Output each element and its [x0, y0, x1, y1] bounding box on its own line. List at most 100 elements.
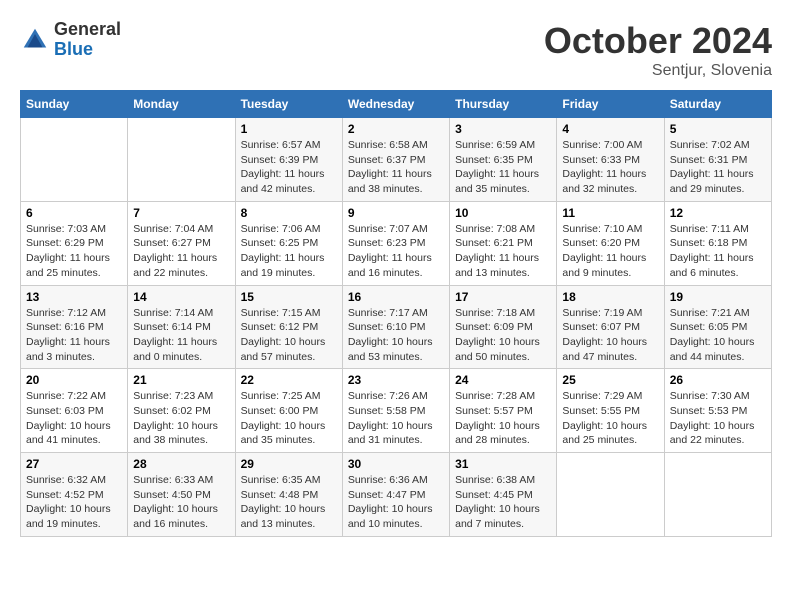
day-number: 21: [133, 373, 229, 387]
day-info: Sunrise: 7:00 AMSunset: 6:33 PMDaylight:…: [562, 138, 658, 197]
day-number: 8: [241, 206, 337, 220]
day-number: 9: [348, 206, 444, 220]
day-info: Sunrise: 6:33 AMSunset: 4:50 PMDaylight:…: [133, 473, 229, 532]
day-number: 26: [670, 373, 766, 387]
day-number: 28: [133, 457, 229, 471]
day-info: Sunrise: 7:12 AMSunset: 6:16 PMDaylight:…: [26, 306, 122, 365]
calendar-cell: 19 Sunrise: 7:21 AMSunset: 6:05 PMDayligh…: [664, 285, 771, 369]
day-number: 11: [562, 206, 658, 220]
calendar-cell: 9 Sunrise: 7:07 AMSunset: 6:23 PMDaylight…: [342, 201, 449, 285]
day-number: 24: [455, 373, 551, 387]
day-info: Sunrise: 7:07 AMSunset: 6:23 PMDaylight:…: [348, 222, 444, 281]
day-number: 22: [241, 373, 337, 387]
calendar-cell: 1Sunrise: 6:57 AMSunset: 6:39 PMDaylight…: [235, 118, 342, 202]
calendar-cell: 16 Sunrise: 7:17 AMSunset: 6:10 PMDayligh…: [342, 285, 449, 369]
day-number: 23: [348, 373, 444, 387]
col-friday: Friday: [557, 91, 664, 118]
calendar-cell: 6 Sunrise: 7:03 AMSunset: 6:29 PMDaylight…: [21, 201, 128, 285]
day-info: Sunrise: 6:35 AMSunset: 4:48 PMDaylight:…: [241, 473, 337, 532]
calendar-week-row: 13 Sunrise: 7:12 AMSunset: 6:16 PMDayligh…: [21, 285, 772, 369]
calendar-cell: [21, 118, 128, 202]
day-info: Sunrise: 7:23 AMSunset: 6:02 PMDaylight:…: [133, 389, 229, 448]
day-info: Sunrise: 7:29 AMSunset: 5:55 PMDaylight:…: [562, 389, 658, 448]
day-number: 27: [26, 457, 122, 471]
day-number: 12: [670, 206, 766, 220]
day-info: Sunrise: 6:36 AMSunset: 4:47 PMDaylight:…: [348, 473, 444, 532]
day-number: 25: [562, 373, 658, 387]
day-info: Sunrise: 7:14 AMSunset: 6:14 PMDaylight:…: [133, 306, 229, 365]
day-info: Sunrise: 7:03 AMSunset: 6:29 PMDaylight:…: [26, 222, 122, 281]
calendar-cell: 28 Sunrise: 6:33 AMSunset: 4:50 PMDayligh…: [128, 453, 235, 537]
day-number: 5: [670, 122, 766, 136]
day-info: Sunrise: 7:02 AMSunset: 6:31 PMDaylight:…: [670, 138, 766, 197]
logo-general: General: [54, 20, 121, 40]
day-number: 18: [562, 290, 658, 304]
logo: General Blue: [20, 20, 121, 60]
logo-blue: Blue: [54, 40, 121, 60]
calendar-cell: [128, 118, 235, 202]
day-number: 3: [455, 122, 551, 136]
day-number: 10: [455, 206, 551, 220]
day-number: 31: [455, 457, 551, 471]
title-block: October 2024 Sentjur, Slovenia: [544, 20, 772, 80]
calendar-cell: 23 Sunrise: 7:26 AMSunset: 5:58 PMDayligh…: [342, 369, 449, 453]
calendar-cell: 13 Sunrise: 7:12 AMSunset: 6:16 PMDayligh…: [21, 285, 128, 369]
col-wednesday: Wednesday: [342, 91, 449, 118]
col-sunday: Sunday: [21, 91, 128, 118]
day-number: 30: [348, 457, 444, 471]
calendar-cell: 29 Sunrise: 6:35 AMSunset: 4:48 PMDayligh…: [235, 453, 342, 537]
day-info: Sunrise: 7:25 AMSunset: 6:00 PMDaylight:…: [241, 389, 337, 448]
calendar-header-row: Sunday Monday Tuesday Wednesday Thursday…: [21, 91, 772, 118]
day-number: 19: [670, 290, 766, 304]
calendar-week-row: 6 Sunrise: 7:03 AMSunset: 6:29 PMDaylight…: [21, 201, 772, 285]
calendar-cell: 26 Sunrise: 7:30 AMSunset: 5:53 PMDayligh…: [664, 369, 771, 453]
calendar-cell: [664, 453, 771, 537]
calendar-cell: 4 Sunrise: 7:00 AMSunset: 6:33 PMDaylight…: [557, 118, 664, 202]
calendar-cell: 2 Sunrise: 6:58 AMSunset: 6:37 PMDaylight…: [342, 118, 449, 202]
day-number: 13: [26, 290, 122, 304]
day-info: Sunrise: 6:32 AMSunset: 4:52 PMDaylight:…: [26, 473, 122, 532]
day-number: 14: [133, 290, 229, 304]
day-info: Sunrise: 7:19 AMSunset: 6:07 PMDaylight:…: [562, 306, 658, 365]
day-info: Sunrise: 7:04 AMSunset: 6:27 PMDaylight:…: [133, 222, 229, 281]
calendar-cell: 3Sunrise: 6:59 AMSunset: 6:35 PMDaylight…: [450, 118, 557, 202]
day-info: Sunrise: 7:26 AMSunset: 5:58 PMDaylight:…: [348, 389, 444, 448]
day-info: Sunrise: 7:18 AMSunset: 6:09 PMDaylight:…: [455, 306, 551, 365]
day-number: 7: [133, 206, 229, 220]
day-info: Sunrise: 6:58 AMSunset: 6:37 PMDaylight:…: [348, 138, 444, 197]
calendar-cell: 27 Sunrise: 6:32 AMSunset: 4:52 PMDayligh…: [21, 453, 128, 537]
calendar-cell: 24 Sunrise: 7:28 AMSunset: 5:57 PMDayligh…: [450, 369, 557, 453]
page-header: General Blue October 2024 Sentjur, Slove…: [20, 20, 772, 80]
day-number: 20: [26, 373, 122, 387]
day-number: 6: [26, 206, 122, 220]
day-number: 4: [562, 122, 658, 136]
day-info: Sunrise: 7:22 AMSunset: 6:03 PMDaylight:…: [26, 389, 122, 448]
day-info: Sunrise: 7:30 AMSunset: 5:53 PMDaylight:…: [670, 389, 766, 448]
day-info: Sunrise: 7:10 AMSunset: 6:20 PMDaylight:…: [562, 222, 658, 281]
calendar-cell: 21 Sunrise: 7:23 AMSunset: 6:02 PMDayligh…: [128, 369, 235, 453]
col-thursday: Thursday: [450, 91, 557, 118]
calendar-week-row: 1Sunrise: 6:57 AMSunset: 6:39 PMDaylight…: [21, 118, 772, 202]
day-info: Sunrise: 7:17 AMSunset: 6:10 PMDaylight:…: [348, 306, 444, 365]
col-monday: Monday: [128, 91, 235, 118]
day-number: 2: [348, 122, 444, 136]
calendar-cell: 22 Sunrise: 7:25 AMSunset: 6:00 PMDayligh…: [235, 369, 342, 453]
calendar-cell: 25 Sunrise: 7:29 AMSunset: 5:55 PMDayligh…: [557, 369, 664, 453]
col-saturday: Saturday: [664, 91, 771, 118]
day-info: Sunrise: 7:15 AMSunset: 6:12 PMDaylight:…: [241, 306, 337, 365]
calendar-cell: [557, 453, 664, 537]
calendar-cell: 20 Sunrise: 7:22 AMSunset: 6:03 PMDayligh…: [21, 369, 128, 453]
day-info: Sunrise: 7:08 AMSunset: 6:21 PMDaylight:…: [455, 222, 551, 281]
day-number: 16: [348, 290, 444, 304]
month-title: October 2024: [544, 20, 772, 62]
calendar-cell: 30 Sunrise: 6:36 AMSunset: 4:47 PMDayligh…: [342, 453, 449, 537]
day-info: Sunrise: 7:06 AMSunset: 6:25 PMDaylight:…: [241, 222, 337, 281]
calendar-week-row: 27 Sunrise: 6:32 AMSunset: 4:52 PMDayligh…: [21, 453, 772, 537]
day-number: 29: [241, 457, 337, 471]
day-info: Sunrise: 7:28 AMSunset: 5:57 PMDaylight:…: [455, 389, 551, 448]
calendar-cell: 18 Sunrise: 7:19 AMSunset: 6:07 PMDayligh…: [557, 285, 664, 369]
location-subtitle: Sentjur, Slovenia: [544, 62, 772, 80]
calendar-cell: 8 Sunrise: 7:06 AMSunset: 6:25 PMDaylight…: [235, 201, 342, 285]
calendar-cell: 7 Sunrise: 7:04 AMSunset: 6:27 PMDaylight…: [128, 201, 235, 285]
day-info: Sunrise: 7:21 AMSunset: 6:05 PMDaylight:…: [670, 306, 766, 365]
